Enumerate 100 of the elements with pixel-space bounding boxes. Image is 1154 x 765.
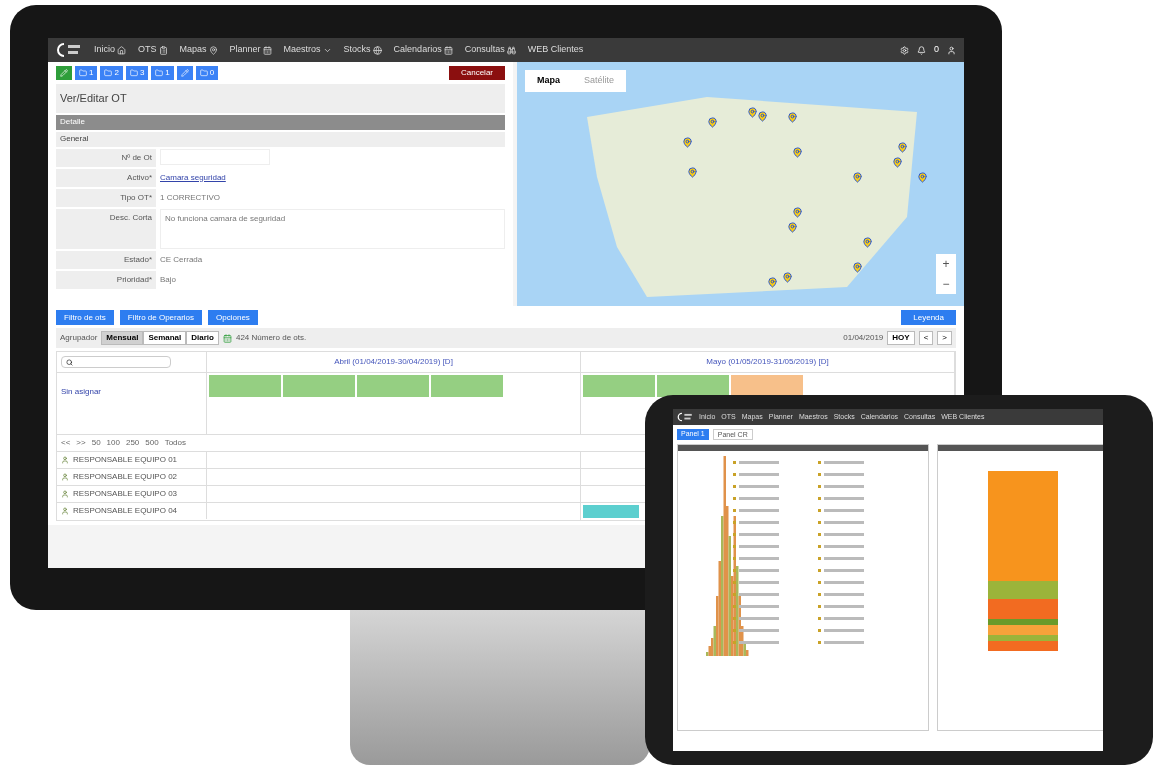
count-button[interactable]: 3 [125,66,149,80]
map-marker-icon[interactable] [787,222,798,233]
legend-item [733,557,779,560]
legend-item [733,497,779,500]
nav-link[interactable]: WEB Clientes [527,43,584,57]
nav-link[interactable]: Consultas [464,43,516,57]
legend-item [733,521,779,524]
view-tab[interactable]: Semanal [143,331,187,345]
cancel-button[interactable]: Cancelar [449,66,505,80]
page-size-link[interactable]: 50 [91,437,101,449]
legend-button[interactable]: Leyenda [901,310,956,325]
legend-item [818,593,864,596]
description-field[interactable]: No funciona camara de seguridad [160,208,505,249]
field-value: Bajo [160,273,176,286]
count-button[interactable]: 1 [75,66,98,80]
map-marker-icon[interactable] [787,112,798,123]
nav-link[interactable]: Mapas [179,43,218,57]
current-date: 01/04/2019 [843,332,884,344]
map-marker-icon[interactable] [687,167,698,178]
field-label: Nº de Ot [56,148,156,167]
zoom-out-button[interactable]: − [936,274,956,294]
count-button[interactable]: 1 [151,66,174,80]
field-label: Activo* [56,168,156,187]
count-button[interactable]: 0 [195,66,219,80]
grouper-label: Agrupador [60,332,98,344]
legend-item [733,605,779,608]
nav-link[interactable]: Maestros [283,43,332,57]
section-header[interactable]: General [56,131,505,147]
legend-item [818,521,864,524]
next-button[interactable]: > [937,331,952,345]
search-icon [66,358,73,366]
map-placeholder[interactable]: Mapa Satélite + − [517,62,964,306]
legend-item [818,557,864,560]
view-tab[interactable]: Diario [186,331,219,345]
view-tab[interactable]: Mensual [101,331,144,345]
page-size-link[interactable]: << [61,437,71,449]
legend-item [818,473,864,476]
nav-icon [262,45,272,55]
legend-item [818,545,864,548]
map-marker-icon[interactable] [852,262,863,273]
filter-button[interactable]: Filtro de ots [56,310,114,325]
legend-item [818,581,864,584]
logo-icon [56,42,82,58]
map-marker-icon[interactable] [707,117,718,128]
month-header: Abril (01/04/2019-30/04/2019) [D] [207,352,581,372]
page-size-link[interactable]: >> [76,437,86,449]
notifications-icon[interactable] [917,45,926,55]
count-button[interactable]: 2 [100,66,123,80]
legend-item [733,533,779,536]
folder-icon [199,69,208,77]
previous-button[interactable]: < [918,331,934,345]
asset-link[interactable]: Camara seguridad [160,168,226,187]
legend-item [818,629,864,632]
icon-button[interactable] [176,66,193,80]
search-field[interactable] [61,356,171,368]
responsible-name: RESPONSABLE EQUIPO 03 [73,488,178,500]
map-marker-icon[interactable] [892,157,903,168]
legend-item [733,629,779,632]
person-icon [61,473,69,481]
unassigned-link[interactable]: Sin asignar [61,387,102,396]
page-size-link[interactable]: 500 [145,437,159,449]
map-marker-icon[interactable] [917,172,928,183]
nav-link[interactable]: Planner [229,43,272,57]
page-size-link[interactable]: 100 [106,437,120,449]
nav-link[interactable]: Calendarios [393,43,453,57]
field-label: Desc. Corta [56,208,156,249]
calendar-icon[interactable] [222,333,232,343]
map-marker-icon[interactable] [757,111,768,122]
form-title: Ver/Editar OT [56,84,505,113]
map-marker-icon[interactable] [852,172,863,183]
map-marker-icon[interactable] [792,207,803,218]
map-marker-icon[interactable] [792,147,803,158]
map-marker-icon[interactable] [862,237,873,248]
responsible-name: RESPONSABLE EQUIPO 01 [73,454,178,466]
map-marker-icon[interactable] [682,137,693,148]
person-icon [61,456,69,464]
page-size-link[interactable]: Todos [164,437,187,449]
nav-link[interactable]: OTS [138,43,168,57]
field-value: CE Cerrada [160,253,203,266]
zoom-in-button[interactable]: + [936,254,956,274]
folder-icon [104,69,113,77]
settings-icon[interactable] [900,45,909,55]
legend-item [733,569,779,572]
nav-link[interactable]: Stocks [343,43,382,57]
event-block[interactable] [731,375,803,397]
filter-button[interactable]: Filtro de Operarios [119,310,203,325]
event-block[interactable] [657,375,729,397]
nav-link[interactable]: Inicio [94,43,126,57]
filter-button[interactable]: Opciones [208,310,258,325]
legend-item [818,641,864,644]
today-button[interactable]: HOY [887,331,915,345]
map-marker-icon[interactable] [747,107,758,118]
legend-item [733,617,779,620]
logo-icon [677,412,693,422]
map-marker-icon[interactable] [767,277,778,288]
page-size-link[interactable]: 250 [125,437,140,449]
map-marker-icon[interactable] [782,272,793,283]
map-marker-icon[interactable] [897,142,908,153]
map-type-tab[interactable]: Mapa [525,70,572,92]
user-icon[interactable] [947,45,956,55]
